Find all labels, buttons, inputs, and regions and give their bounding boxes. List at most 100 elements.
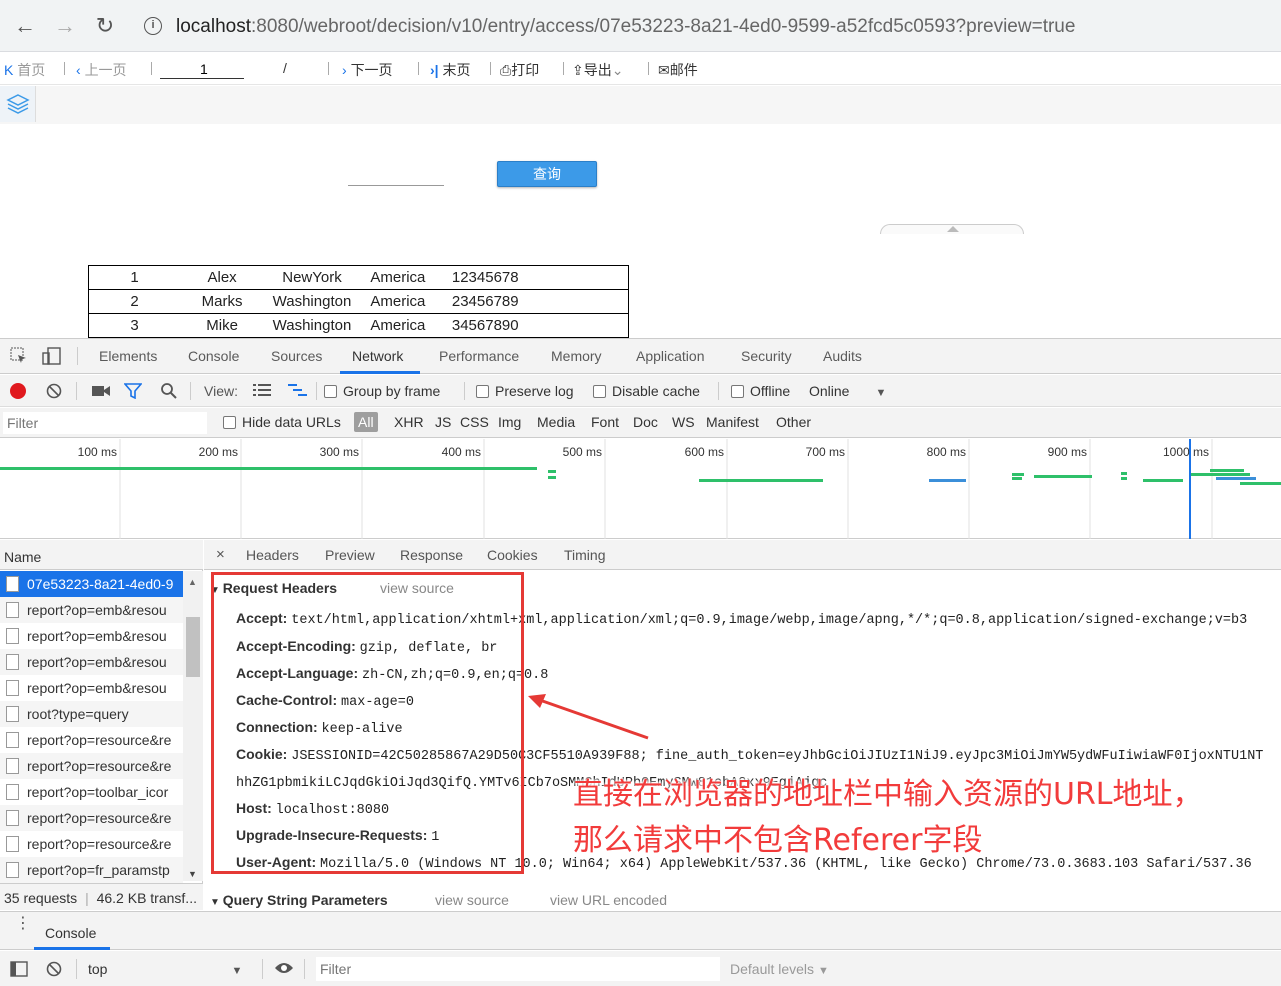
waterfall-overview-icon[interactable] — [288, 383, 308, 400]
tab-network[interactable]: Network — [352, 348, 403, 364]
address-bar[interactable]: i localhost:8080/webroot/decision/v10/en… — [136, 9, 1281, 45]
url-text[interactable]: localhost:8080/webroot/decision/v10/entr… — [176, 16, 1075, 38]
page-number-input[interactable] — [160, 59, 244, 79]
collapse-panel-handle[interactable] — [880, 224, 1024, 234]
hide-data-urls-checkbox[interactable]: Hide data URLs — [223, 414, 341, 430]
record-icon[interactable] — [10, 383, 26, 399]
type-filter-xhr[interactable]: XHR — [394, 414, 424, 430]
page-separator: / — [283, 60, 287, 76]
detail-tab-cookies[interactable]: Cookies — [487, 547, 538, 563]
live-expression-eye-icon[interactable] — [274, 961, 294, 978]
console-drawer-tab[interactable]: Console — [45, 925, 96, 941]
tab-memory[interactable]: Memory — [551, 348, 602, 364]
qs-view-source-link[interactable]: view source — [435, 892, 509, 908]
type-filter-media[interactable]: Media — [537, 414, 575, 430]
detail-tab-response[interactable]: Response — [400, 547, 463, 563]
context-select[interactable]: top ▼ — [88, 961, 242, 977]
request-row[interactable]: report?op=emb&resou — [0, 597, 183, 623]
first-page-button[interactable]: K 首页 — [4, 60, 45, 80]
throttling-select[interactable]: Online ▼ — [809, 383, 886, 399]
tab-sources[interactable]: Sources — [271, 348, 322, 364]
tab-audits[interactable]: Audits — [823, 348, 862, 364]
request-row[interactable]: report?op=emb&resou — [0, 623, 183, 649]
timeline-bar — [1190, 473, 1250, 476]
request-row[interactable]: report?op=emb&resou — [0, 675, 183, 701]
offline-checkbox[interactable]: Offline — [731, 383, 790, 399]
device-toolbar-icon[interactable] — [42, 347, 62, 368]
inspect-element-icon[interactable] — [10, 347, 28, 368]
disable-cache-checkbox[interactable]: Disable cache — [593, 383, 700, 399]
network-filter-input[interactable] — [3, 412, 207, 434]
table-row: 1 Alex NewYork America 12345678 — [88, 265, 629, 290]
type-filter-ws[interactable]: WS — [672, 414, 695, 430]
timeline-bar — [1210, 469, 1244, 472]
drawer-menu-icon[interactable]: ⋮ — [15, 916, 31, 932]
tab-security[interactable]: Security — [741, 348, 792, 364]
filter-funnel-icon[interactable] — [123, 383, 143, 402]
type-filter-manifest[interactable]: Manifest — [706, 414, 759, 430]
log-levels-select[interactable]: Default levels ▼ — [730, 961, 829, 977]
next-page-button[interactable]: › 下一页 — [342, 60, 393, 80]
timeline-bar — [1143, 479, 1183, 482]
export-button[interactable]: ⇪导出⌄ — [572, 60, 623, 80]
timeline-tick-label: 300 ms — [319, 445, 359, 459]
request-name: report?op=emb&resou — [27, 654, 167, 670]
type-filter-all[interactable]: All — [354, 412, 378, 432]
file-icon — [6, 680, 19, 696]
prev-page-button[interactable]: ‹ 上一页 — [76, 60, 127, 80]
request-row[interactable]: root?type=query — [0, 701, 183, 727]
query-string-section[interactable]: ▼ Query String Parameters — [210, 892, 388, 908]
search-icon[interactable] — [160, 382, 178, 403]
type-filter-font[interactable]: Font — [591, 414, 619, 430]
request-row[interactable]: report?op=resource&re — [0, 753, 183, 779]
request-list-scrollbar[interactable]: ▲ ▼ — [183, 571, 203, 881]
large-rows-icon[interactable] — [253, 383, 271, 400]
clear-console-icon[interactable] — [46, 961, 62, 980]
type-filter-js[interactable]: JS — [435, 414, 451, 430]
reload-icon[interactable]: ↻ — [91, 12, 119, 40]
tab-elements[interactable]: Elements — [99, 348, 157, 364]
detail-tab-preview[interactable]: Preview — [325, 547, 375, 563]
type-filter-other[interactable]: Other — [776, 414, 811, 430]
close-detail-icon[interactable]: × — [216, 546, 225, 563]
screenshot-camera-icon[interactable] — [92, 384, 110, 401]
clear-icon[interactable] — [46, 383, 62, 402]
back-arrow-icon[interactable]: ← — [11, 12, 39, 40]
console-filter-input[interactable] — [316, 957, 720, 981]
mail-button[interactable]: ✉邮件 — [658, 60, 698, 80]
timeline-bar — [1121, 477, 1127, 480]
request-row[interactable]: report?op=resource&re — [0, 805, 183, 831]
detail-tab-headers[interactable]: Headers — [246, 547, 299, 563]
name-column-header[interactable]: Name — [0, 540, 203, 570]
request-row[interactable]: report?op=toolbar_icor — [0, 779, 183, 805]
request-row[interactable]: report?op=resource&re — [0, 831, 183, 857]
console-toolbar: top▼ Default levels ▼ — [0, 951, 1281, 986]
request-row[interactable]: 07e53223-8a21-4ed0-9 — [0, 571, 183, 597]
query-button[interactable]: 查询 — [497, 161, 597, 187]
preserve-log-checkbox[interactable]: Preserve log — [476, 383, 574, 399]
report-table: 1 Alex NewYork America 12345678 2 Marks Washing… — [88, 265, 629, 338]
site-info-icon[interactable]: i — [144, 17, 162, 35]
tab-console[interactable]: Console — [188, 348, 239, 364]
tab-performance[interactable]: Performance — [439, 348, 519, 364]
print-button[interactable]: ⎙打印 — [500, 60, 539, 80]
forward-arrow-icon[interactable]: → — [51, 12, 79, 40]
query-param-input[interactable] — [348, 172, 444, 186]
tab-application[interactable]: Application — [636, 348, 705, 364]
type-filter-img[interactable]: Img — [498, 414, 521, 430]
request-row[interactable]: report?op=fr_paramstp — [0, 857, 183, 883]
type-filter-doc[interactable]: Doc — [633, 414, 658, 430]
type-filter-css[interactable]: CSS — [460, 414, 489, 430]
last-page-button[interactable]: ›| 末页 — [430, 60, 470, 80]
request-row[interactable]: report?op=emb&resou — [0, 649, 183, 675]
group-by-frame-checkbox[interactable]: Group by frame — [324, 383, 440, 399]
request-name: report?op=toolbar_icor — [27, 784, 169, 800]
timeline-bar — [548, 476, 556, 479]
detail-tab-timing[interactable]: Timing — [564, 547, 606, 563]
view-url-encoded-link[interactable]: view URL encoded — [550, 892, 667, 908]
request-row[interactable]: report?op=resource&re — [0, 727, 183, 753]
file-icon — [6, 628, 19, 644]
drawer-tabbar: ⋮ Console — [0, 912, 1281, 950]
layers-icon[interactable] — [0, 86, 36, 122]
sidebar-toggle-icon[interactable] — [10, 961, 28, 980]
